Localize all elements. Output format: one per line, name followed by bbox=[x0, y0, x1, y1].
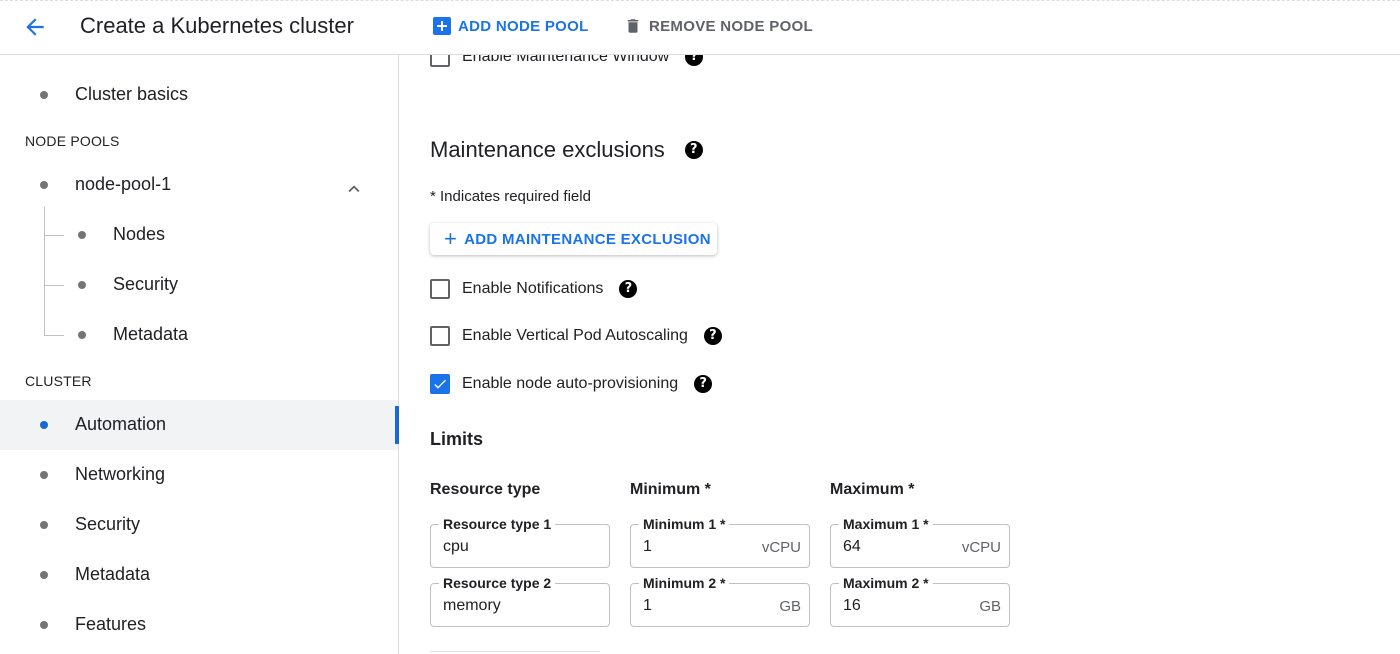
enable-notifications-row: Enable Notifications ? bbox=[430, 277, 638, 301]
field-label: Minimum 1 * bbox=[639, 516, 730, 532]
field-unit: vCPU bbox=[961, 539, 1001, 556]
maintenance-window-label: Enable Maintenance Window bbox=[462, 55, 670, 65]
sidebar: Cluster basics NODE POOLS node-pool-1 No… bbox=[0, 55, 399, 654]
field-value: 64 bbox=[843, 538, 861, 555]
checkbox-label: Enable node auto-provisioning bbox=[462, 375, 679, 392]
vertical-pod-autoscaling-checkbox[interactable] bbox=[430, 326, 450, 346]
node-auto-provisioning-checkbox[interactable] bbox=[430, 374, 450, 394]
checkbox-label: Enable Notifications bbox=[462, 280, 604, 297]
column-header-maximum: Maximum * bbox=[830, 481, 915, 498]
active-indicator bbox=[395, 406, 399, 444]
resource-type-2-field[interactable]: Resource type 2 memory bbox=[430, 575, 610, 627]
help-icon[interactable]: ? bbox=[703, 327, 722, 345]
sidebar-item-label: Automation bbox=[75, 414, 167, 434]
column-header-minimum: Minimum * bbox=[630, 481, 711, 498]
field-value: memory bbox=[443, 597, 501, 614]
bullet-icon bbox=[40, 521, 48, 529]
enable-notifications-checkbox[interactable] bbox=[430, 279, 450, 299]
add-maintenance-exclusion-button[interactable]: + ADD MAINTENANCE EXCLUSION bbox=[430, 223, 717, 255]
sidebar-item-cluster-basics[interactable]: Cluster basics bbox=[0, 70, 398, 120]
resource-type-1-field[interactable]: Resource type 1 cpu bbox=[430, 516, 610, 568]
maintenance-exclusions-heading: Maintenance exclusions ? bbox=[430, 137, 703, 163]
field-unit: GB bbox=[779, 598, 801, 615]
remove-node-pool-button[interactable]: REMOVE NODE POOL bbox=[624, 15, 813, 37]
field-value: 1 bbox=[643, 597, 652, 614]
cluster-header: CLUSTER bbox=[25, 373, 92, 389]
trash-icon bbox=[624, 17, 642, 35]
sidebar-item-features[interactable]: Features bbox=[0, 600, 398, 650]
sidebar-item-label: Metadata bbox=[75, 564, 151, 584]
bullet-icon bbox=[40, 621, 48, 629]
sidebar-item-nodes[interactable]: Nodes bbox=[0, 210, 398, 260]
back-arrow-icon[interactable] bbox=[22, 14, 48, 40]
main-content: Enable Maintenance Window ? Maintenance … bbox=[400, 55, 1400, 654]
sidebar-item-label: Security bbox=[75, 514, 141, 534]
sidebar-item-automation[interactable]: Automation bbox=[0, 400, 399, 450]
sidebar-item-node-pool-1[interactable]: node-pool-1 bbox=[0, 160, 398, 210]
maintenance-window-checkbox[interactable] bbox=[430, 55, 450, 67]
node-auto-provisioning-row: Enable node auto-provisioning ? bbox=[430, 372, 713, 396]
column-header-resource-type: Resource type bbox=[430, 481, 541, 498]
add-node-pool-button[interactable]: ADD NODE POOL bbox=[433, 15, 589, 37]
bullet-icon bbox=[40, 181, 48, 189]
vertical-pod-autoscaling-row: Enable Vertical Pod Autoscaling ? bbox=[430, 324, 722, 348]
bullet-icon bbox=[40, 571, 48, 579]
field-value: cpu bbox=[443, 538, 469, 555]
add-box-icon bbox=[433, 17, 451, 35]
field-value: 16 bbox=[843, 597, 861, 614]
field-label: Resource type 1 bbox=[439, 516, 556, 532]
field-label: Resource type 2 bbox=[439, 575, 556, 591]
field-label: Maximum 1 * bbox=[839, 516, 933, 532]
help-icon[interactable]: ? bbox=[684, 141, 703, 159]
bullet-icon bbox=[40, 471, 48, 479]
remove-node-pool-label: REMOVE NODE POOL bbox=[649, 17, 813, 35]
required-field-note: * Indicates required field bbox=[430, 188, 591, 205]
maintenance-window-row: Enable Maintenance Window ? bbox=[430, 55, 704, 69]
bullet-icon bbox=[78, 281, 86, 289]
minimum-1-field[interactable]: Minimum 1 * 1 vCPU bbox=[630, 516, 810, 568]
maximum-2-field[interactable]: Maximum 2 * 16 GB bbox=[830, 575, 1010, 627]
sidebar-item-networking[interactable]: Networking bbox=[0, 450, 398, 500]
add-node-pool-label: ADD NODE POOL bbox=[458, 17, 589, 35]
maximum-1-field[interactable]: Maximum 1 * 64 vCPU bbox=[830, 516, 1010, 568]
sidebar-item-label: Metadata bbox=[113, 324, 189, 344]
field-label: Maximum 2 * bbox=[839, 575, 933, 591]
help-icon[interactable]: ? bbox=[685, 55, 704, 66]
field-unit: vCPU bbox=[761, 539, 801, 556]
minimum-2-field[interactable]: Minimum 2 * 1 GB bbox=[630, 575, 810, 627]
sidebar-item-node-metadata[interactable]: Metadata bbox=[0, 310, 398, 360]
checkbox-label: Enable Vertical Pod Autoscaling bbox=[462, 327, 688, 344]
sidebar-item-metadata[interactable]: Metadata bbox=[0, 550, 398, 600]
sidebar-item-node-security[interactable]: Security bbox=[0, 260, 398, 310]
help-icon[interactable]: ? bbox=[619, 280, 638, 298]
bullet-icon bbox=[78, 331, 86, 339]
sidebar-item-label: Networking bbox=[75, 464, 166, 484]
field-label: Minimum 2 * bbox=[639, 575, 730, 591]
field-value: 1 bbox=[643, 538, 652, 555]
sidebar-item-label: Features bbox=[75, 614, 147, 634]
top-bar: Create a Kubernetes cluster ADD NODE POO… bbox=[0, 0, 1400, 55]
section-title: Maintenance exclusions bbox=[430, 137, 665, 162]
help-icon[interactable]: ? bbox=[694, 375, 713, 393]
sidebar-item-label: Security bbox=[113, 274, 179, 294]
page-title: Create a Kubernetes cluster bbox=[80, 13, 354, 38]
button-label: ADD MAINTENANCE EXCLUSION bbox=[464, 230, 711, 248]
bullet-icon bbox=[40, 421, 48, 429]
node-pools-header: NODE POOLS bbox=[25, 133, 120, 149]
sidebar-item-label: Cluster basics bbox=[75, 84, 189, 104]
plus-icon: + bbox=[444, 226, 458, 251]
bullet-icon bbox=[78, 231, 86, 239]
sidebar-item-security[interactable]: Security bbox=[0, 500, 398, 550]
sidebar-item-label: node-pool-1 bbox=[75, 174, 172, 194]
bullet-icon bbox=[40, 91, 48, 99]
field-unit: GB bbox=[979, 598, 1001, 615]
chevron-up-icon[interactable] bbox=[343, 178, 365, 200]
limits-heading: Limits bbox=[430, 429, 484, 449]
sidebar-item-label: Nodes bbox=[113, 224, 166, 244]
